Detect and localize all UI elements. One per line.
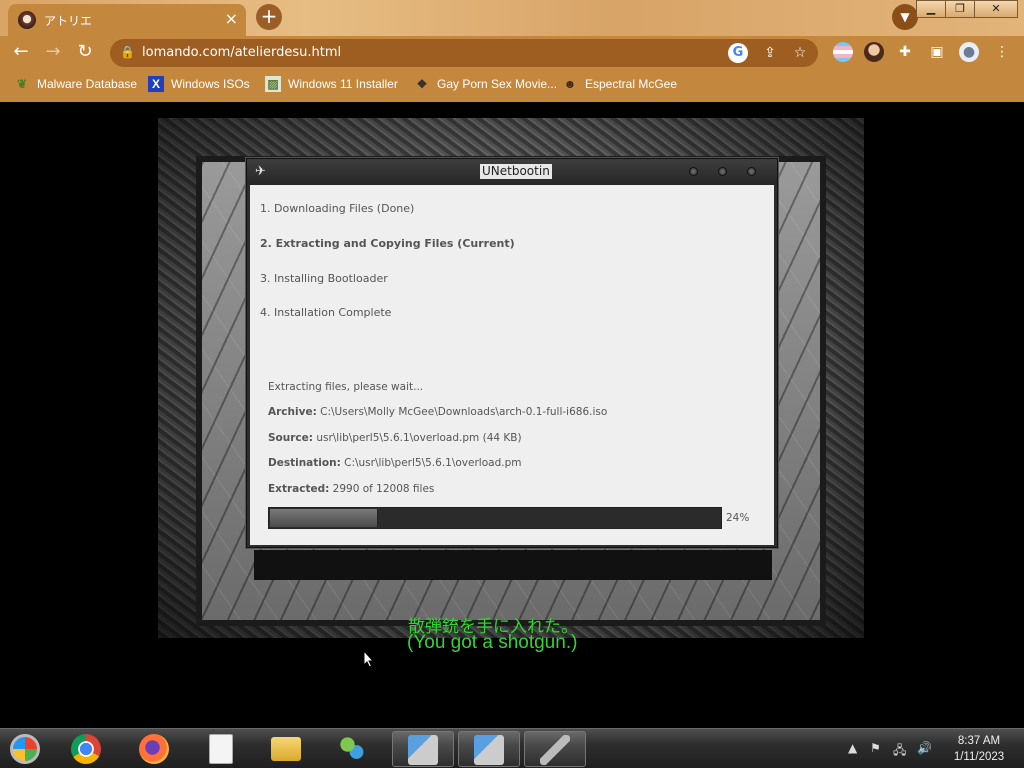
- archive-label: Archive:: [268, 406, 317, 418]
- status-message: Extracting files, please wait...: [268, 381, 424, 393]
- unetbootin-icon: [540, 735, 570, 765]
- share-icon[interactable]: ⇪: [760, 43, 780, 63]
- installer-icon: [474, 735, 504, 765]
- forward-arrow-icon[interactable]: →: [42, 41, 64, 63]
- progress-bar: [268, 507, 722, 529]
- destination-line: Destination: C:\usr\lib\perl5\5.6.1\over…: [268, 457, 521, 469]
- unetbootin-content: 1. Downloading Files (Done) 2. Extractin…: [250, 185, 774, 545]
- chrome-icon: [71, 734, 101, 764]
- clock-date: 1/11/2023: [953, 751, 1005, 763]
- taskbar-chrome[interactable]: [56, 731, 118, 767]
- start-orb-icon: [10, 734, 40, 764]
- taskbar-installer-2[interactable]: [458, 731, 520, 767]
- taskbar-unetbootin[interactable]: [524, 731, 586, 767]
- address-bar[interactable]: 🔒 lomando.com/atelierdesu.html G ⇪ ☆: [110, 39, 818, 67]
- source-line: Source: usr\lib\perl5\5.6.1\overload.pm …: [268, 432, 522, 444]
- bookmark-windows-11-installer[interactable]: ▨ Windows 11 Installer: [265, 76, 398, 92]
- step-complete: 4. Installation Complete: [260, 306, 392, 319]
- firefox-icon: [139, 734, 169, 764]
- taskbar-network[interactable]: [322, 731, 384, 767]
- subtitle-english: (You got a shotgun.): [407, 632, 578, 653]
- step-downloading: 1. Downloading Files (Done): [260, 202, 415, 215]
- browser-tab[interactable]: アトリエ ×: [8, 4, 246, 36]
- archive-line: Archive: C:\Users\Molly McGee\Downloads\…: [268, 406, 607, 418]
- extension-avatar-icon[interactable]: [864, 42, 884, 62]
- show-hidden-icons-icon[interactable]: ▲: [848, 741, 857, 755]
- installer-icon: [408, 735, 438, 765]
- taskbar-document[interactable]: [190, 731, 252, 767]
- menu-kebab-icon[interactable]: ⋮: [992, 42, 1012, 62]
- clock-time: 8:37 AM: [957, 735, 1001, 747]
- tab-strip: アトリエ × + ▼ ▁ ❐ ✕: [0, 0, 1024, 36]
- unetbootin-window: ✈ UNetbootin 1. Downloading Files (Done)…: [246, 158, 778, 548]
- bookmark-malware-database[interactable]: ❦ Malware Database: [14, 76, 137, 92]
- side-panel-icon[interactable]: ▣: [927, 42, 947, 62]
- leaf-icon: ❦: [16, 77, 28, 91]
- new-tab-button[interactable]: +: [256, 4, 282, 30]
- progress-bar-fill: [270, 509, 378, 527]
- source-label: Source:: [268, 432, 313, 444]
- unetbootin-titlebar[interactable]: ✈ UNetbootin: [247, 159, 777, 185]
- action-center-flag-icon[interactable]: ⚑: [870, 741, 881, 755]
- tab-search-button[interactable]: ▼: [892, 4, 918, 30]
- bookmark-windows-isos[interactable]: X Windows ISOs: [148, 76, 250, 92]
- bookmarks-bar: ❦ Malware Database X Windows ISOs ▨ Wind…: [0, 68, 1024, 102]
- unetbootin-minimize-button[interactable]: [689, 167, 698, 176]
- x-icon: X: [148, 76, 164, 92]
- document-icon: [209, 734, 233, 764]
- profile-icon[interactable]: ●: [959, 42, 979, 62]
- unetbootin-app-icon: ✈: [255, 164, 266, 179]
- network-icon[interactable]: 🖧: [893, 741, 906, 762]
- destination-label: Destination:: [268, 457, 341, 469]
- destination-value: C:\usr\lib\perl5\5.6.1\overload.pm: [344, 457, 522, 469]
- web-page: ✈ UNetbootin 1. Downloading Files (Done)…: [0, 102, 1024, 728]
- network-people-icon: [337, 734, 367, 764]
- lock-icon[interactable]: 🔒: [120, 45, 135, 59]
- tab-favicon-icon: [18, 11, 36, 29]
- extracted-label: Extracted:: [268, 483, 330, 495]
- face-icon: ☻: [563, 77, 577, 91]
- source-value: usr\lib\perl5\5.6.1\overload.pm (44 KB): [316, 432, 522, 444]
- extension-flag-icon[interactable]: [833, 42, 853, 62]
- tab-title: アトリエ: [44, 14, 93, 28]
- bookmark-gay-porn-sex-movie[interactable]: ❖ Gay Porn Sex Movie...: [414, 76, 557, 92]
- unetbootin-title: UNetbootin: [480, 164, 552, 179]
- taskbar-installer-1[interactable]: [392, 731, 454, 767]
- folder-icon: [271, 737, 301, 761]
- dark-ledge: [254, 550, 772, 580]
- archive-value: C:\Users\Molly McGee\Downloads\arch-0.1-…: [320, 406, 608, 418]
- tab-close-icon[interactable]: ×: [225, 10, 238, 28]
- box-icon: ❖: [416, 77, 428, 91]
- restore-button[interactable]: ❐: [945, 0, 975, 18]
- progress-percent: 24%: [726, 512, 750, 524]
- start-button[interactable]: [0, 731, 54, 767]
- minimize-button[interactable]: ▁: [916, 0, 946, 18]
- step-extracting: 2. Extracting and Copying Files (Current…: [260, 237, 515, 250]
- extensions-puzzle-icon[interactable]: ✚: [895, 42, 915, 62]
- google-lens-icon[interactable]: G: [728, 43, 748, 63]
- window-close-button[interactable]: ✕: [974, 0, 1018, 18]
- back-arrow-icon[interactable]: ←: [10, 41, 32, 63]
- bookmark-star-icon[interactable]: ☆: [790, 43, 810, 63]
- reload-icon[interactable]: ↻: [74, 41, 96, 63]
- extracted-value: 2990 of 12008 files: [332, 483, 435, 495]
- unetbootin-maximize-button[interactable]: [718, 167, 727, 176]
- taskbar-explorer[interactable]: [256, 731, 318, 767]
- taskbar-firefox[interactable]: [124, 731, 186, 767]
- taskbar: ▲ ⚑ 🖧 🔊 8:37 AM 1/11/2023: [0, 728, 1024, 768]
- url-text[interactable]: lomando.com/atelierdesu.html: [142, 45, 341, 60]
- extracted-line: Extracted: 2990 of 12008 files: [268, 483, 434, 495]
- system-clock[interactable]: 8:37 AM 1/11/2023: [944, 733, 1014, 765]
- volume-icon[interactable]: 🔊: [917, 741, 932, 755]
- unetbootin-close-button[interactable]: [747, 167, 756, 176]
- image-icon: ▨: [265, 76, 281, 92]
- browser-toolbar: ← → ↻ 🔒 lomando.com/atelierdesu.html G ⇪…: [0, 36, 1024, 68]
- step-bootloader: 3. Installing Bootloader: [260, 272, 388, 285]
- bookmark-espectral-mcgee[interactable]: ☻ Espectral McGee: [562, 76, 677, 92]
